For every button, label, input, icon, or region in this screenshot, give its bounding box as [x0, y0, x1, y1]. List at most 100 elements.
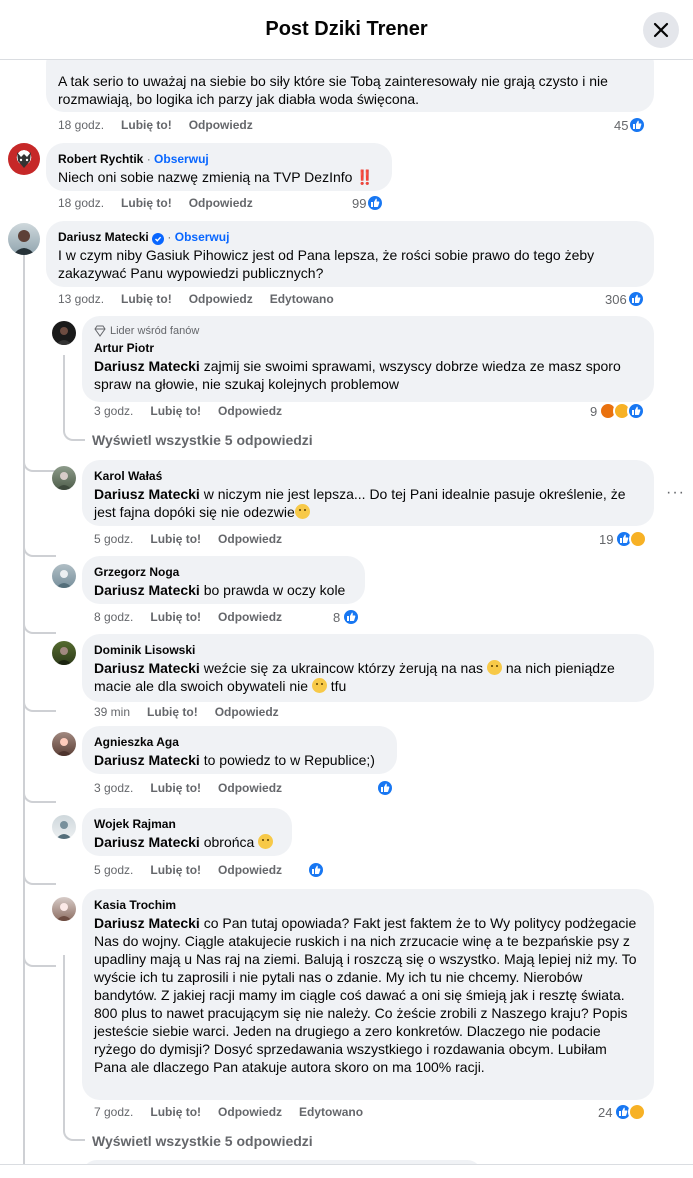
- comment-time[interactable]: 18 godz.: [58, 196, 104, 210]
- reply-author[interactable]: Grzegorz Noga: [94, 564, 353, 580]
- comment-time[interactable]: 18 godz.: [58, 118, 104, 132]
- reply-time[interactable]: 3 godz.: [94, 781, 133, 795]
- like-button[interactable]: Lubię to!: [150, 404, 201, 418]
- view-all-replies-link[interactable]: Wyświetl wszystkie 5 odpowiedzi: [92, 432, 313, 448]
- reaction-summary[interactable]: 99: [352, 194, 385, 212]
- close-button[interactable]: [643, 12, 679, 48]
- person-icon: [56, 903, 72, 921]
- reply-button[interactable]: Odpowiedz: [218, 610, 282, 624]
- thread-elbow: [23, 557, 56, 634]
- haha-reaction-icon: [629, 530, 648, 548]
- reply-time[interactable]: 3 godz.: [94, 404, 133, 418]
- thread-elbow: [23, 634, 56, 712]
- diamond-icon: [94, 325, 106, 337]
- reply-button[interactable]: Odpowiedz: [215, 705, 279, 719]
- mention-link[interactable]: Dariusz Matecki: [94, 834, 200, 850]
- reply-time[interactable]: 8 godz.: [94, 610, 133, 624]
- reply-button[interactable]: Odpowiedz: [218, 1105, 282, 1119]
- comment-author[interactable]: Dariusz Matecki: [58, 230, 149, 244]
- reply-button[interactable]: Odpowiedz: [189, 118, 253, 132]
- follow-button[interactable]: Obserwuj: [154, 152, 209, 166]
- comments-feed[interactable]: A tak serio to uważaj na siebie bo siły …: [0, 60, 693, 1164]
- reaction-summary[interactable]: 19: [599, 530, 648, 548]
- reply-button[interactable]: Odpowiedz: [218, 863, 282, 877]
- mention-link[interactable]: Dariusz Matecki: [94, 486, 200, 502]
- reaction-summary[interactable]: 9: [590, 402, 646, 420]
- like-button[interactable]: Lubię to!: [150, 532, 201, 546]
- reply-time[interactable]: 5 godz.: [94, 532, 133, 546]
- reply-button[interactable]: Odpowiedz: [218, 532, 282, 546]
- reply-author[interactable]: Wojek Rajman: [94, 816, 280, 832]
- reply-button[interactable]: Odpowiedz: [218, 404, 282, 418]
- avatar[interactable]: [52, 466, 76, 490]
- reply-bubble: Agnieszka Aga Dariusz Matecki to powiedz…: [82, 726, 397, 774]
- reply-text: obrońca: [199, 834, 259, 850]
- reaction-summary[interactable]: [307, 861, 325, 879]
- like-button[interactable]: Lubię to!: [150, 610, 201, 624]
- comment-actions: 18 godz. Lubię to! Odpowiedz: [58, 118, 253, 132]
- reaction-summary[interactable]: 306: [605, 290, 645, 308]
- fan-badge: Lider wśród fanów: [94, 324, 642, 338]
- like-button[interactable]: Lubię to!: [150, 863, 201, 877]
- reply-button[interactable]: Odpowiedz: [189, 196, 253, 210]
- comment-text: Niech oni sobie nazwę zmienią na TVP Dez…: [58, 169, 353, 185]
- reply-button[interactable]: Odpowiedz: [218, 781, 282, 795]
- reply-bubble: Lider wśród fanów Artur Piotr Dariusz Ma…: [82, 316, 654, 402]
- like-button[interactable]: Lubię to!: [121, 196, 172, 210]
- reaction-summary[interactable]: 45: [614, 116, 647, 134]
- thread-elbow: [23, 712, 56, 803]
- smile-emoji-icon: [486, 660, 502, 675]
- haha-reaction-icon: [628, 1103, 647, 1121]
- badge-label: Lider wśród fanów: [110, 325, 200, 337]
- mention-link[interactable]: Dariusz Matecki: [94, 660, 200, 676]
- reply-author[interactable]: Agnieszka Aga: [94, 734, 385, 750]
- like-button[interactable]: Lubię to!: [121, 118, 172, 132]
- like-button[interactable]: Lubię to!: [147, 705, 198, 719]
- avatar[interactable]: [52, 321, 76, 345]
- follow-button[interactable]: Obserwuj: [175, 230, 230, 244]
- avatar[interactable]: [52, 815, 76, 839]
- reply-time[interactable]: 39 min: [94, 705, 130, 719]
- mention-link[interactable]: Dariusz Matecki: [94, 752, 200, 768]
- view-all-replies-link[interactable]: Wyświetl wszystkie 5 odpowiedzi: [92, 1133, 313, 1149]
- avatar[interactable]: [52, 641, 76, 665]
- reply-button[interactable]: Odpowiedz: [189, 292, 253, 306]
- reply-bubble: Grzegorz Noga Dariusz Matecki bo prawda …: [82, 556, 365, 604]
- reply-author[interactable]: Kasia Trochim: [94, 897, 642, 913]
- avatar[interactable]: [52, 732, 76, 756]
- comment-time[interactable]: 13 godz.: [58, 292, 104, 306]
- like-reaction-icon: [307, 861, 325, 879]
- like-button[interactable]: Lubię to!: [150, 1105, 201, 1119]
- avatar[interactable]: [52, 564, 76, 588]
- reply-text: co Pan tutaj opowiada? Fakt jest faktem …: [94, 915, 637, 1075]
- edited-label[interactable]: Edytowano: [299, 1105, 363, 1119]
- reaction-summary[interactable]: 24: [598, 1103, 647, 1121]
- reply-author[interactable]: Karol Wałaś: [94, 468, 642, 484]
- reaction-count: 24: [598, 1104, 613, 1120]
- reply-author[interactable]: Dominik Lisowski: [94, 642, 642, 658]
- avatar[interactable]: [8, 223, 40, 255]
- person-icon: [56, 821, 72, 839]
- comment-author[interactable]: Robert Rychtik: [58, 152, 143, 166]
- like-reaction-icon: [628, 116, 647, 134]
- comment-text: I w czym niby Gasiuk Pihowicz jest od Pa…: [58, 247, 595, 281]
- avatar[interactable]: [52, 897, 76, 921]
- wink-emoji-icon: [311, 678, 327, 693]
- more-options-button[interactable]: ···: [666, 484, 685, 502]
- reply-time[interactable]: 7 godz.: [94, 1105, 133, 1119]
- comment-bubble: A tak serio to uważaj na siebie bo siły …: [46, 60, 654, 112]
- reply-author[interactable]: Artur Piotr: [94, 340, 642, 356]
- edited-label[interactable]: Edytowano: [270, 292, 334, 306]
- reply-bubble: Dominik Lisowski Dariusz Matecki weźcie …: [82, 634, 654, 702]
- person-icon: [56, 647, 72, 665]
- like-button[interactable]: Lubię to!: [121, 292, 172, 306]
- mention-link[interactable]: Dariusz Matecki: [94, 582, 200, 598]
- avatar[interactable]: [8, 143, 40, 175]
- smirk-emoji-icon: [294, 504, 310, 519]
- reaction-summary[interactable]: [376, 779, 394, 797]
- mention-link[interactable]: Dariusz Matecki: [94, 915, 200, 931]
- reply-time[interactable]: 5 godz.: [94, 863, 133, 877]
- reaction-summary[interactable]: 8: [333, 608, 361, 626]
- like-button[interactable]: Lubię to!: [150, 781, 201, 795]
- mention-link[interactable]: Dariusz Matecki: [94, 358, 200, 374]
